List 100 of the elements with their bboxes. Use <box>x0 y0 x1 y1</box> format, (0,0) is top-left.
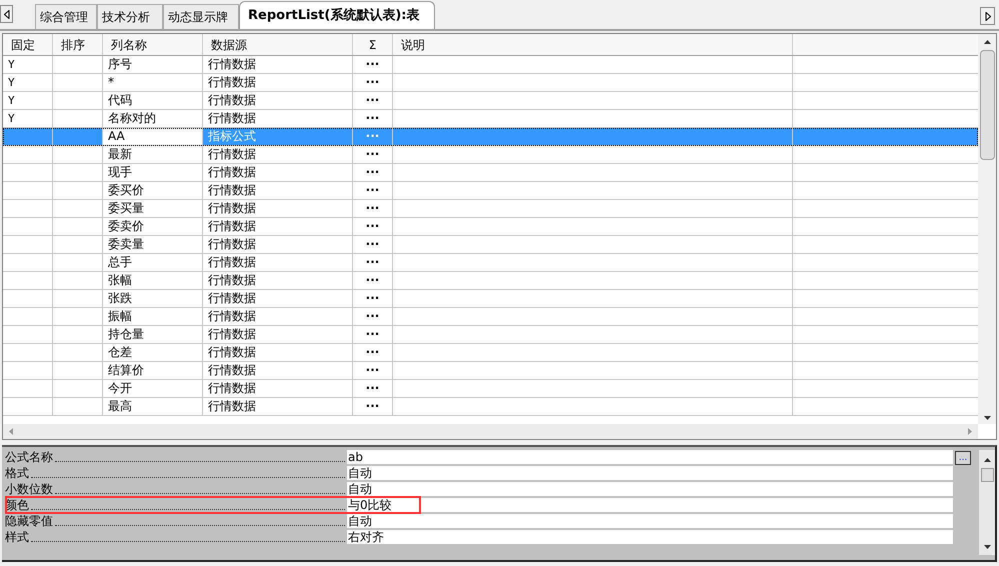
table-cell: 行情数据 <box>203 110 353 127</box>
table-row[interactable]: 张跌 行情数据 ··· <box>3 290 978 308</box>
table-cell: 行情数据 <box>203 164 353 181</box>
horizontal-scrollbar[interactable] <box>3 424 978 439</box>
table-cell: 行情数据 <box>203 218 353 235</box>
scroll-thumb[interactable] <box>980 50 994 160</box>
table-row[interactable]: 现手 行情数据 ··· <box>3 164 978 182</box>
property-value-field[interactable]: 自动 <box>347 466 953 480</box>
column-header[interactable]: Σ <box>353 34 393 55</box>
table-cell: 张跌 <box>103 290 203 307</box>
table-row[interactable]: 最高 行情数据 ··· <box>3 398 978 416</box>
column-header[interactable]: 数据源 <box>203 34 353 55</box>
table-row[interactable]: 仓差 行情数据 ··· <box>3 344 978 362</box>
scroll-up-icon <box>984 40 990 44</box>
table-cell: ··· <box>353 74 393 91</box>
scroll-thumb[interactable] <box>980 468 994 482</box>
property-value-field[interactable]: 与0比较 <box>347 498 953 512</box>
table-row[interactable]: 委买量 行情数据 ··· <box>3 200 978 218</box>
table-cell: * <box>103 74 203 91</box>
table-row[interactable]: Y 代码 行情数据 ··· <box>3 92 978 110</box>
table-row[interactable]: 今开 行情数据 ··· <box>3 380 978 398</box>
table-cell: ··· <box>353 344 393 361</box>
table-row[interactable]: 总手 行情数据 ··· <box>3 254 978 272</box>
table-cell: ··· <box>353 236 393 253</box>
property-label: 小数位数 <box>5 482 53 496</box>
table-cell: ··· <box>353 92 393 109</box>
table-row[interactable]: AA 指标公式 ··· <box>3 128 978 146</box>
table-cell: ··· <box>353 182 393 199</box>
table-cell: ··· <box>353 362 393 379</box>
table-cell: ··· <box>353 254 393 271</box>
scroll-down-icon <box>984 545 990 549</box>
table-row[interactable]: Y 序号 行情数据 ··· <box>3 56 978 74</box>
table-cell: Y <box>3 110 53 127</box>
scroll-left-icon <box>9 428 13 435</box>
property-label: 隐藏零值 <box>5 514 53 528</box>
table-cell: ··· <box>353 380 393 397</box>
table-cell: 行情数据 <box>203 200 353 217</box>
table-cell: 行情数据 <box>203 398 353 415</box>
table-row[interactable]: 持仓量 行情数据 ··· <box>3 326 978 344</box>
table-row[interactable]: Y * 行情数据 ··· <box>3 74 978 92</box>
table-cell: 名称对的 <box>103 110 203 127</box>
column-header[interactable]: 排序 <box>53 34 103 55</box>
table-cell: 仓差 <box>103 344 203 361</box>
table-cell: 行情数据 <box>203 308 353 325</box>
left-arrow-icon <box>4 10 10 18</box>
table-cell: 行情数据 <box>203 272 353 289</box>
property-label: 样式 <box>5 530 29 544</box>
table-cell: ··· <box>353 398 393 415</box>
table-row[interactable]: 结算价 行情数据 ··· <box>3 362 978 380</box>
table-cell: Y <box>3 74 53 91</box>
tab[interactable]: ReportList(系统默认表):表 <box>239 1 435 29</box>
table-cell: ··· <box>353 326 393 343</box>
right-arrow-icon <box>984 12 990 20</box>
table-cell: 振幅 <box>103 308 203 325</box>
vertical-scrollbar[interactable] <box>979 450 995 555</box>
tab[interactable]: 动态显示牌 <box>163 4 239 29</box>
table-cell: 行情数据 <box>203 344 353 361</box>
table-row[interactable]: 最新 行情数据 ··· <box>3 146 978 164</box>
table-cell: 总手 <box>103 254 203 271</box>
property-value-field[interactable]: ab <box>347 450 953 464</box>
property-value-field[interactable]: 自动 <box>347 482 953 496</box>
column-header[interactable]: 固定 <box>3 34 53 55</box>
table-cell: 委卖价 <box>103 218 203 235</box>
table-cell: 代码 <box>103 92 203 109</box>
table-cell: ··· <box>353 146 393 163</box>
property-value-field[interactable]: 右对齐 <box>347 530 953 544</box>
column-header[interactable]: 说明 <box>393 34 793 55</box>
table-row[interactable]: 振幅 行情数据 ··· <box>3 308 978 326</box>
scroll-right-icon <box>968 428 972 435</box>
scroll-left-button[interactable] <box>0 5 13 23</box>
table-cell: 行情数据 <box>203 290 353 307</box>
table-cell: 委买价 <box>103 182 203 199</box>
property-label: 公式名称 <box>5 450 53 464</box>
table-cell: 行情数据 <box>203 326 353 343</box>
property-value-field[interactable]: 自动 <box>347 514 953 528</box>
table-cell: 最新 <box>103 146 203 163</box>
table-row[interactable]: 委卖量 行情数据 ··· <box>3 236 978 254</box>
scroll-right-button[interactable] <box>980 7 995 25</box>
table-cell: ··· <box>353 56 393 73</box>
table-cell: ··· <box>353 110 393 127</box>
column-header[interactable]: 列名称 <box>103 34 203 55</box>
table-cell: 委买量 <box>103 200 203 217</box>
scroll-up-icon <box>984 458 990 462</box>
table-row[interactable]: 张幅 行情数据 ··· <box>3 272 978 290</box>
table-cell: ··· <box>353 308 393 325</box>
ellipsis-button[interactable]: ... <box>955 451 971 465</box>
table-cell: 行情数据 <box>203 74 353 91</box>
table-cell: 行情数据 <box>203 362 353 379</box>
table-cell: ··· <box>353 164 393 181</box>
tab[interactable]: 技术分析 <box>97 4 163 29</box>
table-cell: 最高 <box>103 398 203 415</box>
table-cell: 行情数据 <box>203 254 353 271</box>
table-cell: 行情数据 <box>203 380 353 397</box>
table-row[interactable]: 委卖价 行情数据 ··· <box>3 218 978 236</box>
table-row[interactable]: 委买价 行情数据 ··· <box>3 182 978 200</box>
tab[interactable]: 综合管理 <box>35 4 97 29</box>
table-cell: 指标公式 <box>203 128 353 145</box>
vertical-scrollbar[interactable] <box>978 34 996 424</box>
table-cell: ··· <box>353 290 393 307</box>
table-cell: AA <box>103 128 203 145</box>
